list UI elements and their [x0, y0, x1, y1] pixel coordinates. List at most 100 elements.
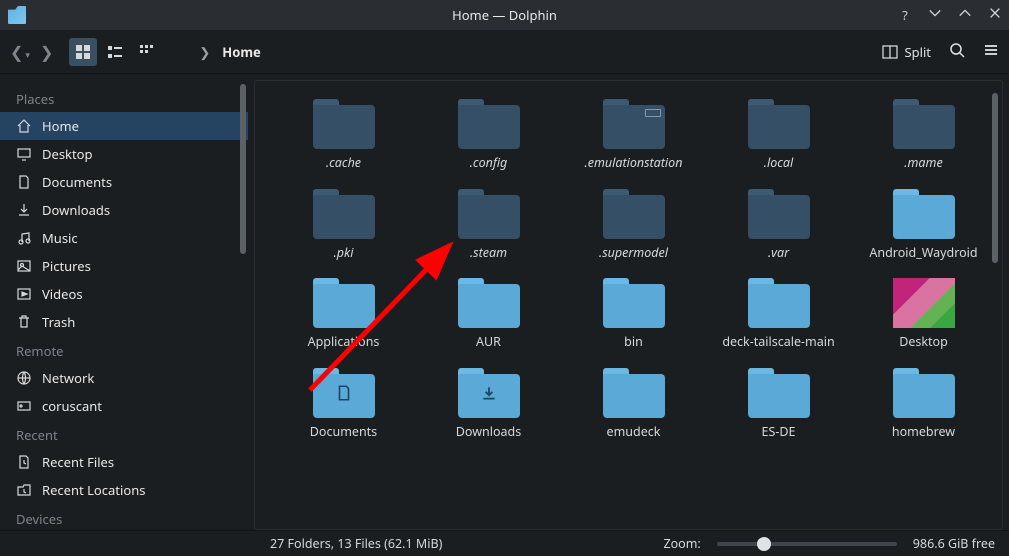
file-item[interactable]: Android_Waydroid: [853, 185, 994, 265]
sidebar-item-downloads[interactable]: Downloads: [0, 196, 248, 224]
sidebar-item-recent-locations[interactable]: Recent Locations: [0, 476, 248, 504]
chevron-right-icon: ❯: [199, 43, 210, 61]
file-item-label: emudeck: [607, 424, 661, 440]
breadcrumb[interactable]: ❯ Home: [169, 43, 874, 61]
view-details-button[interactable]: [133, 38, 161, 66]
sidebar-item-recent-files[interactable]: Recent Files: [0, 448, 248, 476]
free-space: 986.6 GiB free: [913, 535, 995, 552]
sidebar-item-desktop[interactable]: Desktop: [0, 140, 248, 168]
folder-icon: [603, 189, 665, 239]
zoom-slider[interactable]: [717, 542, 897, 546]
file-item[interactable]: bin: [563, 274, 704, 354]
maximize-button[interactable]: [957, 6, 973, 24]
file-item[interactable]: .var: [708, 185, 849, 265]
sidebar-item-pictures[interactable]: Pictures: [0, 252, 248, 280]
search-button[interactable]: [949, 42, 965, 62]
file-item[interactable]: .cache: [273, 95, 414, 175]
file-item[interactable]: .local: [708, 95, 849, 175]
split-label: Split: [904, 43, 931, 61]
downloads-icon: [16, 202, 32, 218]
minimize-button[interactable]: [927, 6, 943, 24]
file-item-label: .config: [470, 155, 508, 171]
file-item[interactable]: Documents: [273, 364, 414, 444]
content-scrollbar[interactable]: [992, 93, 998, 517]
music-icon: [16, 230, 32, 246]
places-header: Places: [0, 84, 248, 112]
documents-icon: [16, 174, 32, 190]
sidebar-item-music[interactable]: Music: [0, 224, 248, 252]
close-button[interactable]: [987, 6, 1003, 24]
help-button[interactable]: ?: [897, 6, 913, 24]
desktop-thumbnail-icon: [893, 278, 955, 328]
file-item[interactable]: Desktop: [853, 274, 994, 354]
sidebar-item-label: Home: [42, 117, 79, 135]
folder-icon: [748, 368, 810, 418]
file-item[interactable]: homebrew: [853, 364, 994, 444]
file-item[interactable]: ES-DE: [708, 364, 849, 444]
view-icons-button[interactable]: [69, 38, 97, 66]
forward-button[interactable]: ❯: [40, 41, 53, 63]
sidebar-item-label: Desktop: [42, 145, 93, 163]
file-item-label: Applications: [308, 334, 380, 350]
folder-icon: [893, 189, 955, 239]
zoom-label: Zoom:: [663, 535, 700, 552]
file-item[interactable]: .pki: [273, 185, 414, 265]
titlebar: Home — Dolphin ?: [0, 0, 1009, 30]
file-item[interactable]: .config: [418, 95, 559, 175]
file-item[interactable]: Downloads: [418, 364, 559, 444]
file-item[interactable]: .mame: [853, 95, 994, 175]
sidebar-item-label: Music: [42, 229, 78, 247]
sidebar-scrollbar[interactable]: [240, 84, 246, 254]
sidebar-item-label: Downloads: [42, 201, 110, 219]
folder-icon: [748, 99, 810, 149]
trash-icon: [16, 314, 32, 330]
sidebar-item-videos[interactable]: Videos: [0, 280, 248, 308]
sidebar-item-label: coruscant: [42, 397, 102, 415]
back-button[interactable]: ❮▾: [10, 41, 30, 63]
file-item-label: .pki: [334, 245, 354, 261]
sidebar-item-home[interactable]: Home: [0, 112, 248, 140]
file-item-label: homebrew: [892, 424, 955, 440]
folder-icon: [603, 368, 665, 418]
file-item-label: Desktop: [899, 334, 948, 350]
file-item-label: Documents: [310, 424, 377, 440]
file-item-label: .supermodel: [599, 245, 668, 261]
file-item-label: ES-DE: [762, 424, 796, 440]
folder-icon: [893, 99, 955, 149]
recent-locations-icon: [16, 482, 32, 498]
file-item[interactable]: AUR: [418, 274, 559, 354]
sidebar-item-trash[interactable]: Trash: [0, 308, 248, 336]
file-item-label: deck-tailscale-main: [722, 334, 834, 350]
folder-icon: [313, 278, 375, 328]
file-item[interactable]: .emulationstation: [563, 95, 704, 175]
file-item[interactable]: Applications: [273, 274, 414, 354]
folder-icon: [313, 368, 375, 418]
sidebar-item-coruscant[interactable]: coruscant: [0, 392, 248, 420]
file-item-label: Android_Waydroid: [869, 245, 977, 261]
file-item-label: .var: [768, 245, 789, 261]
file-item-label: .emulationstation: [585, 155, 683, 171]
file-item[interactable]: emudeck: [563, 364, 704, 444]
remote-header: Remote: [0, 336, 248, 364]
status-text: 27 Folders, 13 Files (62.1 MiB): [270, 535, 442, 552]
split-button[interactable]: Split: [882, 43, 931, 61]
folder-icon: [603, 278, 665, 328]
file-item[interactable]: .supermodel: [563, 185, 704, 265]
sidebar-item-network[interactable]: Network: [0, 364, 248, 392]
sidebar-item-label: Recent Locations: [42, 481, 145, 499]
file-view[interactable]: .cache .config .emulationstation .local.mam…: [254, 80, 1003, 530]
devices-header: Devices: [0, 504, 248, 530]
file-item-label: .steam: [470, 245, 507, 261]
sidebar-item-documents[interactable]: Documents: [0, 168, 248, 196]
folder-icon: [603, 99, 665, 149]
folder-icon: [458, 368, 520, 418]
view-compact-button[interactable]: [101, 38, 129, 66]
sidebar-item-label: Network: [42, 369, 94, 387]
sidebar-item-label: Recent Files: [42, 453, 114, 471]
window-title: Home — Dolphin: [0, 6, 1009, 24]
app-icon: [8, 6, 26, 24]
file-item[interactable]: deck-tailscale-main: [708, 274, 849, 354]
file-item[interactable]: .steam: [418, 185, 559, 265]
breadcrumb-current[interactable]: Home: [222, 43, 261, 61]
menu-button[interactable]: [983, 42, 999, 62]
